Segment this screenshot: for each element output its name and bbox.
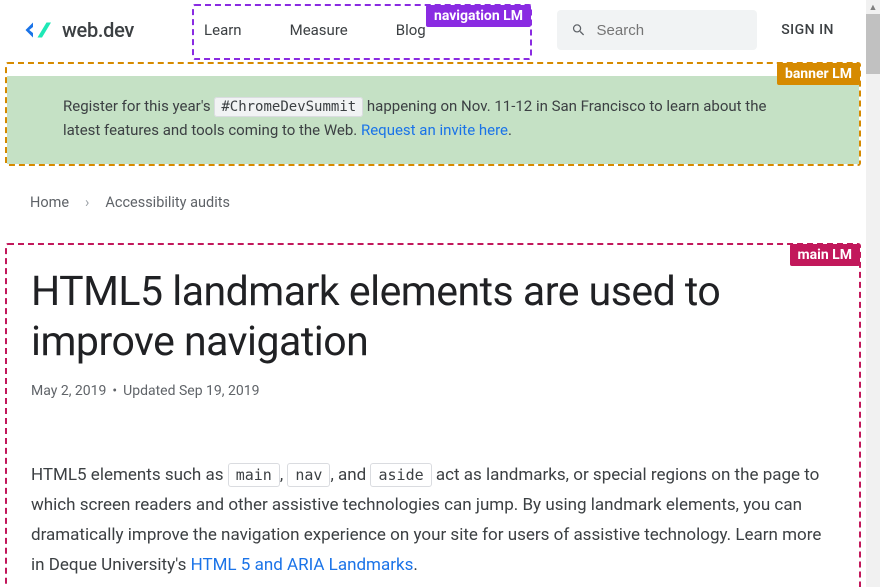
breadcrumb: Home › Accessibility audits [0,166,866,221]
code-nav: nav [287,463,330,487]
landmark-label-main: main LM [790,244,860,266]
scrollbar-thumb[interactable] [866,14,880,74]
breadcrumb-current[interactable]: Accessibility audits [105,194,230,211]
page-meta: May 2, 2019•Updated Sep 19, 2019 [31,383,835,399]
page-title: HTML5 landmark elements are used to impr… [31,267,835,367]
search-input[interactable] [597,22,744,39]
primary-nav: Learn Measure Blog [180,0,450,60]
updated-label: Updated [123,383,179,399]
promo-banner: Register for this year's #ChromeDevSummi… [7,76,859,164]
updated-date: Sep 19, 2019 [179,383,260,399]
nav-measure[interactable]: Measure [266,21,372,39]
code-aside: aside [370,463,431,487]
site-logo[interactable]: web.dev [24,18,134,42]
landmark-outline-banner: banner LM Register for this year's #Chro… [5,62,861,166]
article-body: HTML5 elements such as main, nav, and as… [31,461,835,580]
chevron-right-icon: › [85,194,89,211]
banner-hashtag: #ChromeDevSummit [214,97,363,117]
nav-blog[interactable]: Blog [372,21,450,39]
code-main: main [228,463,280,487]
landmark-label-banner: banner LM [777,63,860,85]
article-link-deque[interactable]: HTML 5 and ARIA Landmarks [191,555,414,575]
banner-invite-link[interactable]: Request an invite here [361,121,508,139]
banner-text-post: . [508,121,512,139]
search-icon [571,21,586,39]
vertical-scrollbar[interactable]: ▲ [866,0,880,587]
top-bar: web.dev Learn Measure Blog SIGN IN [0,0,866,60]
banner-text-pre: Register for this year's [63,97,214,115]
breadcrumb-home[interactable]: Home [30,194,69,211]
nav-learn[interactable]: Learn [180,21,266,39]
site-name: web.dev [62,18,134,42]
publish-date: May 2, 2019 [31,383,106,399]
webdev-logo-icon [24,19,54,41]
landmark-outline-main: main LM HTML5 landmark elements are used… [5,243,861,587]
search-box[interactable] [557,10,757,50]
sign-in-button[interactable]: SIGN IN [773,22,842,38]
article-paragraph: HTML5 elements such as main, nav, and as… [31,461,835,580]
scroll-up-icon[interactable]: ▲ [866,0,880,14]
